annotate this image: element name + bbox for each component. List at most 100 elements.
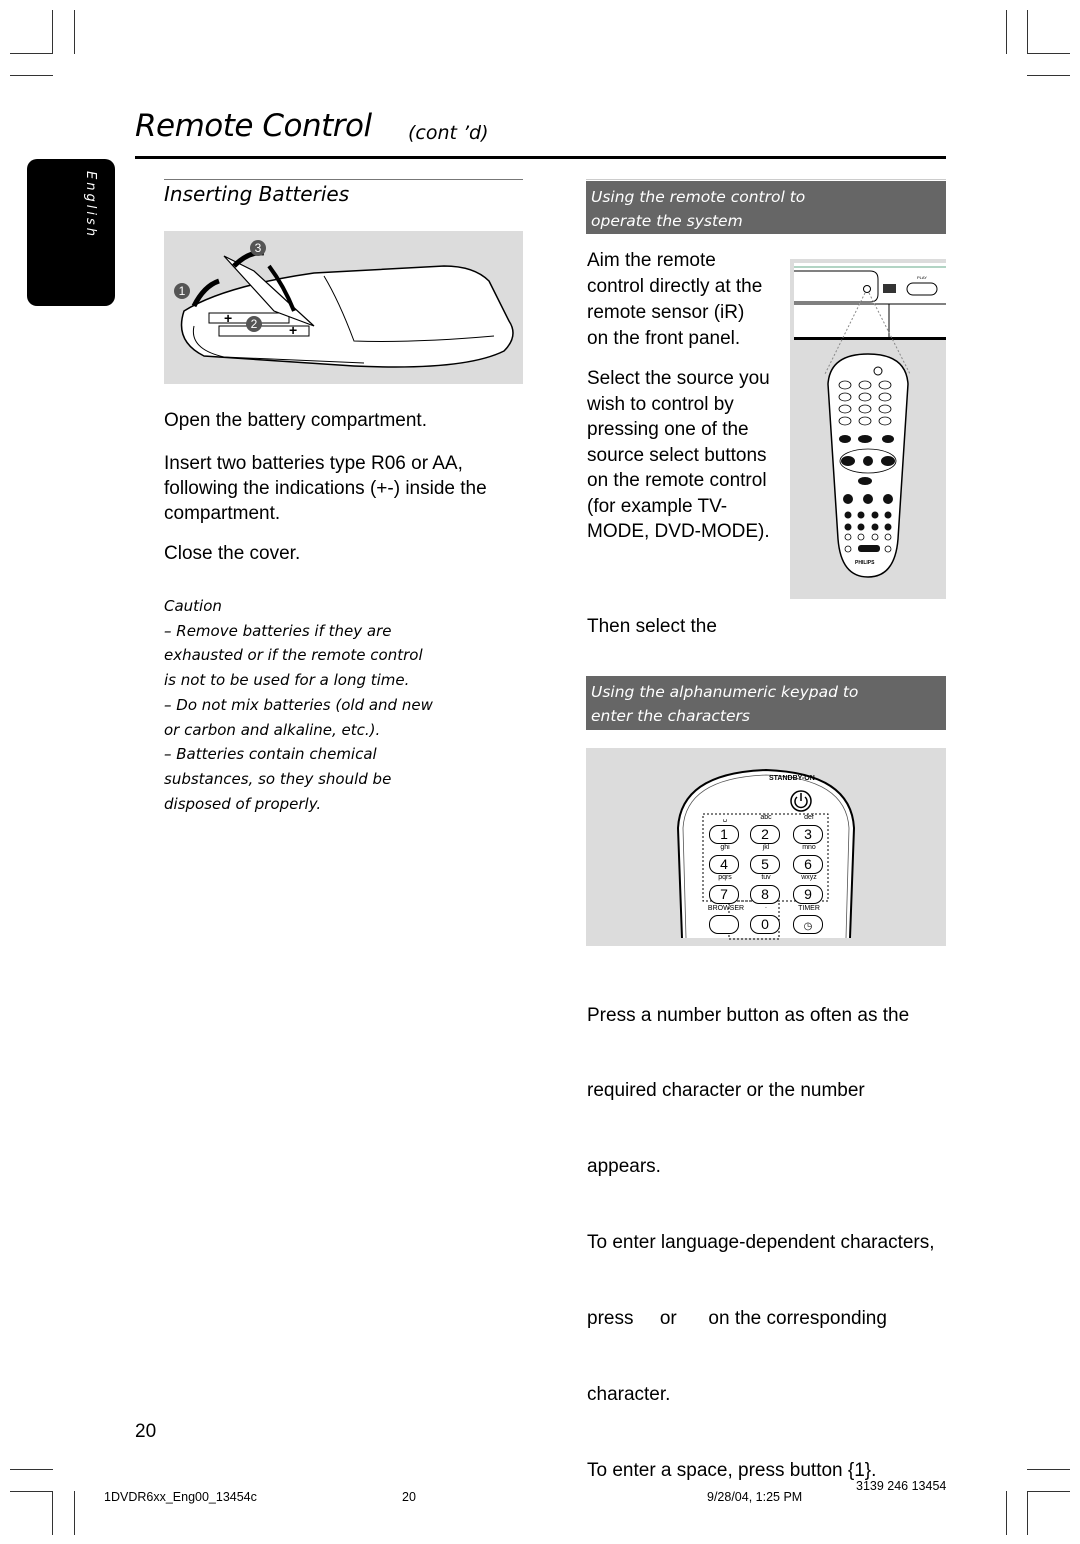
text-line: character. [587, 1384, 671, 1406]
crop-mark [52, 10, 53, 54]
footer-date: 9/28/04, 1:25 PM [707, 1490, 803, 1504]
page-title: Remote Control [135, 108, 372, 144]
key-8: 8 [750, 885, 780, 904]
title-rule [135, 156, 946, 159]
language-tab: English [27, 159, 115, 306]
key-letters: wxyz [801, 874, 817, 881]
operate-paragraph-select: Select the source you wish to control by… [587, 366, 770, 545]
text-line: Then select the [587, 616, 717, 637]
caution-line: – Remove batteries if they are [164, 621, 392, 640]
caution-line: – Do not mix batteries (old and new [164, 695, 433, 714]
footer-code: 3139 246 13454 [856, 1479, 947, 1493]
timer-key: ◷ [793, 915, 823, 934]
crop-mark [1027, 10, 1028, 54]
section-rule-right [586, 179, 946, 180]
caution-line: is not to be used for a long time. [164, 671, 410, 690]
key-6: 6 [793, 855, 823, 874]
text-line: Select the source you [587, 368, 770, 389]
banner-line: Using the alphanumeric keypad to [591, 683, 859, 701]
text-line: on the remote control [587, 470, 767, 491]
standby-label: STANDBY-ON [769, 775, 815, 782]
callout-1: 1 [174, 283, 190, 299]
text-line: source select buttons [587, 444, 767, 466]
language-label: English [83, 171, 98, 239]
key-9: 9 [793, 885, 823, 904]
text-line: Press a number button as often as the [587, 1004, 910, 1026]
key-letters: def [804, 814, 814, 821]
footer-filename: 1DVDR6xx_Eng00_13454c [104, 1490, 257, 1504]
svg-text:+: + [224, 310, 232, 326]
crop-mark [10, 75, 53, 76]
front-panel-figure: PLAY PHILIPS [790, 259, 946, 599]
key-4: 4 [709, 855, 739, 874]
text-line: required character or the number [587, 1080, 865, 1102]
clock-icon: ◷ [803, 921, 813, 932]
crop-mark [10, 53, 53, 54]
key-letters: pqrs [718, 874, 732, 881]
text-line: control directly at the [587, 276, 763, 297]
caution-line: – Batteries contain chemical [164, 745, 377, 764]
step-insert: Insert two batteries type R06 or AA, fol… [164, 453, 487, 524]
text-line: Aim the remote [587, 250, 716, 271]
page-subtitle: (cont ’d) [408, 122, 489, 144]
caution-line: substances, so they should be [164, 769, 392, 788]
callout-3: 3 [250, 240, 266, 256]
key-0: 0 [750, 915, 780, 934]
browser-label: BROWSER [707, 905, 745, 912]
caution-line: disposed of properly. [164, 794, 322, 813]
crop-mark [1027, 75, 1070, 76]
step-close: Close the cover. [164, 543, 301, 564]
caution-line: exhausted or if the remote control [164, 646, 423, 665]
crop-mark [1006, 10, 1007, 54]
crop-mark [1027, 1491, 1028, 1535]
text-line: on the front panel. [587, 328, 741, 349]
text-line: appears. [587, 1156, 661, 1178]
key-letters: ␣ [722, 815, 728, 822]
caution-line: or carbon and alkaline, etc.). [164, 720, 381, 739]
section-title-batteries: Inserting Batteries [164, 182, 350, 206]
callout-2: 2 [246, 316, 262, 332]
crop-mark [10, 1469, 53, 1470]
operate-paragraph-aim: Aim the remote control directly at the r… [587, 248, 762, 352]
key-letters: . [765, 903, 767, 910]
timer-label: TIMER [798, 905, 820, 912]
section-rule [164, 179, 523, 180]
remote-aim-illustration: PLAY PHILIPS [794, 263, 946, 578]
text-line: remote sensor (iR) [587, 302, 745, 323]
keypad-figure: STANDBY-ON ␣ 1 abc 2 def 3 ghi 4 jkl 5 m… [586, 748, 946, 946]
step-open: Open the battery compartment. [164, 410, 427, 431]
keypad-instructions: Press a number button as often as the re… [587, 952, 935, 1509]
caution-heading: Caution [164, 597, 222, 615]
text-line: pressing one of the [587, 419, 749, 440]
crop-mark [74, 10, 75, 54]
key-letters: ghi [720, 844, 730, 851]
banner-line: Using the remote control to [591, 188, 806, 206]
svg-text:+: + [289, 322, 297, 338]
text-line: press or on the corresponding [587, 1308, 887, 1330]
crop-mark [1027, 53, 1070, 54]
footer-page: 20 [402, 1490, 416, 1504]
crop-mark [1006, 1491, 1007, 1535]
key-letters: mno [802, 844, 816, 851]
text-line: MODE, DVD-MODE). [587, 521, 770, 542]
crop-mark [52, 1491, 53, 1535]
key-letters: abc [760, 814, 772, 821]
key-3: 3 [793, 825, 823, 844]
banner-alphanumeric-keypad: Using the alphanumeric keypad to enter t… [586, 676, 946, 730]
key-letters: jkl [762, 844, 770, 851]
battery-illustration: + + [180, 250, 514, 368]
svg-text:PLAY: PLAY [917, 275, 927, 280]
banner-operate-system: Using the remote control to operate the … [586, 181, 946, 234]
key-5: 5 [750, 855, 780, 874]
caution-block: Caution – Remove batteries if they are e… [164, 594, 433, 816]
crop-mark [74, 1491, 75, 1535]
browser-key [709, 915, 739, 934]
key-2: 2 [750, 825, 780, 844]
banner-line: enter the characters [591, 707, 750, 725]
text-line: wish to control by [587, 393, 734, 415]
key-7: 7 [709, 885, 739, 904]
text-line: To enter language-dependent characters, [587, 1232, 935, 1254]
crop-mark [1027, 1469, 1070, 1470]
page-number: 20 [135, 1421, 157, 1442]
banner-line: operate the system [591, 212, 743, 230]
